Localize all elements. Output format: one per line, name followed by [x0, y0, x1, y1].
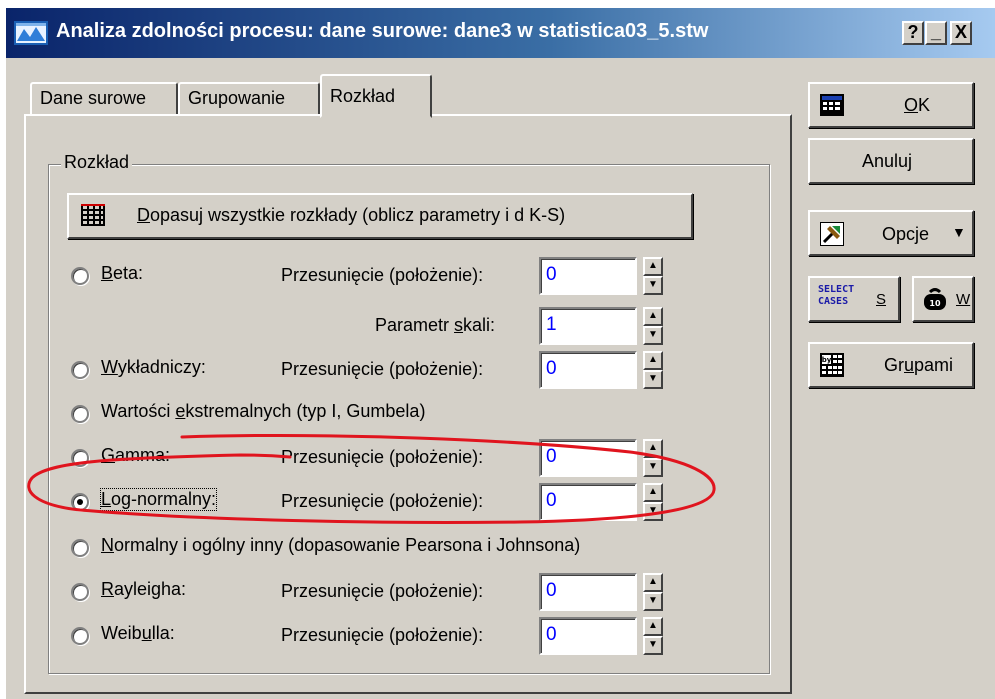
label-beta-scale: Parametr skali: [375, 315, 496, 335]
spin-up-icon[interactable]: ▲ [643, 307, 663, 326]
wykladniczy-shift-input[interactable]: 0 [539, 351, 637, 389]
label-rayleigha: Rayleigha: [101, 579, 187, 599]
label-weibulla: Weibulla: [101, 623, 175, 643]
label-beta-shift: Przesunięcie (położenie): [281, 265, 484, 285]
groups-label: Grupami [884, 355, 954, 375]
title-bar[interactable]: Analiza zdolności procesu: dane surowe: … [6, 8, 995, 58]
spin-up-icon[interactable]: ▲ [643, 573, 663, 592]
hammer-icon [820, 222, 844, 246]
gamma-shift-spinner[interactable]: ▲ ▼ [643, 439, 663, 477]
wykladniczy-shift-spinner[interactable]: ▲ ▼ [643, 351, 663, 389]
groups-button[interactable]: by Grupami [808, 342, 974, 388]
weibulla-shift-spinner[interactable]: ▲ ▼ [643, 617, 663, 655]
svg-text:10: 10 [929, 299, 941, 308]
label-wykladniczy: Wykładniczy: [101, 357, 206, 377]
close-button[interactable]: X [950, 21, 972, 45]
cancel-label: Anuluj [862, 151, 913, 171]
cancel-button[interactable]: Anuluj [808, 138, 974, 184]
log-normalny-shift-spinner[interactable]: ▲ ▼ [643, 483, 663, 521]
help-button[interactable]: ? [902, 21, 924, 45]
gamma-shift-input[interactable]: 0 [539, 439, 637, 477]
dropdown-arrow-icon[interactable]: ▼ [952, 224, 966, 240]
group-label: Rozkład [61, 152, 133, 173]
weight-icon: 10 [924, 288, 946, 310]
ok-sheet-icon [820, 94, 844, 116]
tab-dane-surowe[interactable]: Dane surowe [30, 82, 178, 116]
spin-up-icon[interactable]: ▲ [643, 351, 663, 370]
by-group-icon: by [820, 353, 844, 377]
label-log-normalny-shift: Przesunięcie (położenie): [281, 491, 484, 511]
svg-text:by: by [822, 356, 832, 364]
label-log-normalny: Log-normalny: [99, 488, 218, 511]
minimize-button[interactable]: _ [925, 21, 947, 45]
label-rayleigha-shift: Przesunięcie (położenie): [281, 581, 484, 601]
spin-down-icon[interactable]: ▼ [643, 370, 663, 389]
weight-button[interactable]: 10 W [912, 276, 974, 322]
fit-all-label: Dopasuj wszystkie rozkłady (oblicz param… [137, 205, 566, 225]
rayleigha-shift-spinner[interactable]: ▲ ▼ [643, 573, 663, 611]
tab-panel: Rozkład Dopasuj wszystkie rozkłady (obli… [24, 114, 792, 694]
spin-up-icon[interactable]: ▲ [643, 483, 663, 502]
tab-rozklad[interactable]: Rozkład [320, 74, 432, 118]
radio-gamma[interactable] [71, 449, 89, 467]
select-cases-key: S [876, 291, 887, 308]
radio-normalny[interactable] [71, 539, 89, 557]
radio-ekstremalnych[interactable] [71, 405, 89, 423]
spin-down-icon[interactable]: ▼ [643, 276, 663, 295]
beta-shift-spinner[interactable]: ▲ ▼ [643, 257, 663, 295]
rayleigha-shift-input[interactable]: 0 [539, 573, 637, 611]
label-gamma-shift: Przesunięcie (położenie): [281, 447, 484, 467]
spin-down-icon[interactable]: ▼ [643, 326, 663, 345]
spin-down-icon[interactable]: ▼ [643, 502, 663, 521]
radio-weibulla[interactable] [71, 627, 89, 645]
options-button[interactable]: Opcje ▼ [808, 210, 974, 256]
label-beta: Beta: [101, 263, 144, 283]
label-weibulla-shift: Przesunięcie (położenie): [281, 625, 484, 645]
beta-scale-input[interactable]: 1 [539, 307, 637, 345]
spin-up-icon[interactable]: ▲ [643, 257, 663, 276]
distribution-group: Rozkład Dopasuj wszystkie rozkłady (obli… [48, 152, 770, 674]
spin-up-icon[interactable]: ▲ [643, 617, 663, 636]
label-normalny: Normalny i ogólny inny (dopasowanie Pear… [101, 535, 581, 555]
ok-label: OK [904, 95, 931, 115]
spin-up-icon[interactable]: ▲ [643, 439, 663, 458]
app-icon [14, 21, 48, 45]
weight-key: W [956, 291, 971, 308]
label-gamma: Gamma: [101, 445, 171, 465]
label-ekstremalnych: Wartości ekstremalnych (typ I, Gumbela) [101, 401, 426, 421]
dialog-window: Analiza zdolności procesu: dane surowe: … [4, 6, 995, 699]
spin-down-icon[interactable]: ▼ [643, 636, 663, 655]
radio-rayleigha[interactable] [71, 583, 89, 601]
label-wykladniczy-shift: Przesunięcie (położenie): [281, 359, 484, 379]
spin-down-icon[interactable]: ▼ [643, 458, 663, 477]
log-normalny-shift-input[interactable]: 0 [539, 483, 637, 521]
select-cases-button[interactable]: SELECT CASES S [808, 276, 900, 322]
fit-all-distributions-button[interactable]: Dopasuj wszystkie rozkłady (oblicz param… [67, 193, 693, 239]
options-label: Opcje [882, 224, 930, 244]
radio-beta[interactable] [71, 267, 89, 285]
spin-down-icon[interactable]: ▼ [643, 592, 663, 611]
ok-button[interactable]: OK [808, 82, 974, 128]
weibulla-shift-input[interactable]: 0 [539, 617, 637, 655]
beta-shift-input[interactable]: 0 [539, 257, 637, 295]
radio-log-normalny[interactable] [71, 493, 89, 511]
grid-icon [81, 204, 105, 226]
tab-grupowanie[interactable]: Grupowanie [178, 82, 320, 116]
select-cases-icon: SELECT CASES [818, 284, 855, 307]
window-title: Analiza zdolności procesu: dane surowe: … [56, 20, 709, 42]
beta-scale-spinner[interactable]: ▲ ▼ [643, 307, 663, 345]
radio-wykladniczy[interactable] [71, 361, 89, 379]
